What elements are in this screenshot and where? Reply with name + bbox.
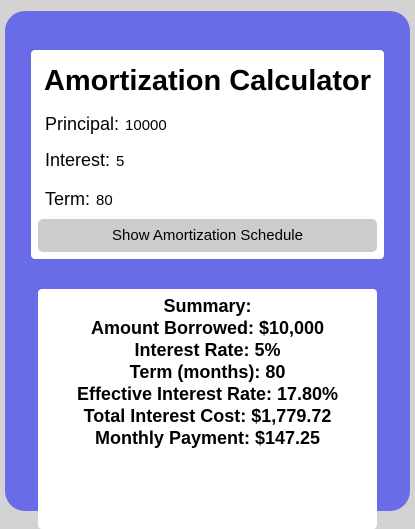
page-title: Amortization Calculator	[43, 65, 372, 97]
summary-text: Summary: Amount Borrowed: $10,000 Intere…	[38, 295, 377, 449]
summary-effective-rate: Effective Interest Rate: 17.80%	[76, 384, 339, 404]
summary-card: Summary: Amount Borrowed: $10,000 Intere…	[38, 289, 377, 529]
app-panel: Amortization Calculator Principal: 10000 …	[5, 11, 410, 529]
summary-term: Term (months): 80	[129, 362, 286, 382]
summary-total-interest: Total Interest Cost: $1,779.72	[83, 406, 332, 426]
interest-value[interactable]: 5	[116, 153, 124, 170]
summary-heading: Summary:	[163, 296, 252, 316]
calculator-card: Amortization Calculator Principal: 10000 …	[31, 50, 384, 259]
principal-field: Principal: 10000	[45, 111, 167, 137]
principal-label: Principal:	[45, 114, 120, 134]
term-field: Term: 80	[45, 186, 113, 212]
term-value[interactable]: 80	[96, 192, 113, 209]
summary-interest-rate: Interest Rate: 5%	[134, 340, 281, 360]
principal-value[interactable]: 10000	[125, 117, 167, 134]
show-schedule-button[interactable]: Show Amortization Schedule	[38, 219, 377, 252]
interest-field: Interest: 5	[45, 147, 124, 173]
term-label: Term:	[45, 189, 90, 209]
summary-amount-borrowed: Amount Borrowed: $10,000	[90, 318, 325, 338]
summary-monthly-payment: Monthly Payment: $147.25	[94, 428, 321, 448]
interest-label: Interest:	[45, 150, 111, 170]
